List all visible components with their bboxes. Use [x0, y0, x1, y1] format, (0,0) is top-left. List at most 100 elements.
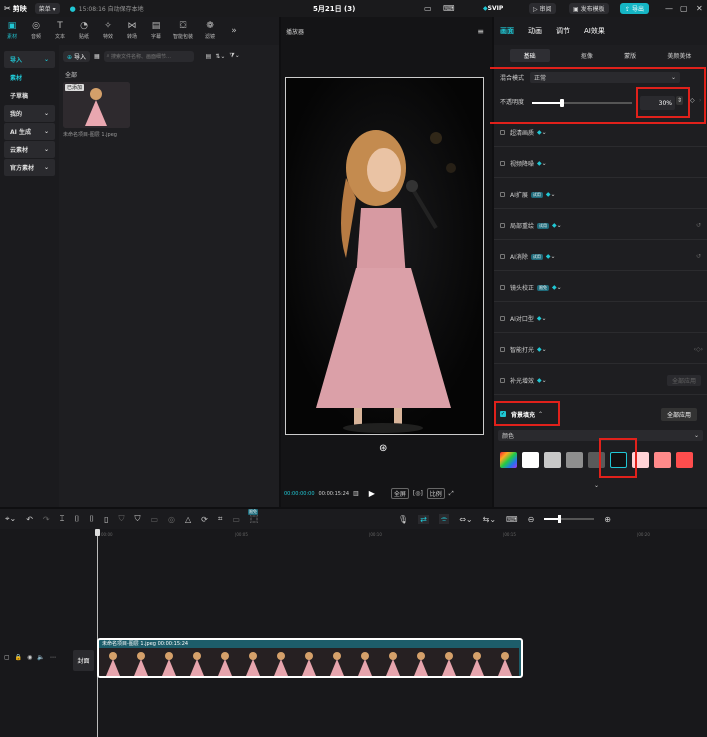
tab-effects[interactable]: ✧ 特效 — [96, 17, 120, 45]
color-swatch[interactable] — [544, 452, 561, 468]
sidebar-item-subdraft[interactable]: 子草稿 — [4, 87, 55, 104]
track-box-icon[interactable]: ▢ — [4, 654, 10, 661]
subtab-matting[interactable]: 抠像 — [581, 51, 593, 60]
filter-all-label[interactable]: 全部 — [65, 70, 77, 79]
feature-row[interactable]: 超清画质 ◆ ⌄ — [494, 119, 707, 147]
sidebar-item-media[interactable]: 素材 — [4, 69, 55, 86]
menu-button[interactable]: 菜单 ▾ — [34, 3, 60, 14]
view-toggle-icon[interactable]: ▤ — [206, 53, 212, 60]
feature-row[interactable]: 镜头校正 限免 ◆ ⌄ — [494, 274, 707, 302]
play-reverse-icon[interactable]: ◎ — [168, 515, 175, 524]
shield-icon[interactable]: ⛉ — [118, 514, 124, 524]
expand-icon[interactable]: ⤢ — [449, 490, 454, 498]
rotate-handle-icon[interactable]: ⊛ — [379, 443, 387, 454]
eye-icon[interactable]: ◉ — [27, 654, 32, 661]
color-swatch[interactable] — [676, 452, 693, 468]
select-tool-icon[interactable]: ⌖⌄ — [5, 514, 16, 524]
color-swatch[interactable] — [566, 452, 583, 468]
feature-row[interactable]: AI消除 试用 ◆ ⌄ ↺ — [494, 243, 707, 271]
reset-icon[interactable]: ↺ — [696, 222, 701, 229]
feature-row[interactable]: 补光增效 ◆ ⌄ 全部应用 — [494, 367, 707, 395]
lock-icon[interactable]: 🔒 — [15, 654, 22, 661]
feature-checkbox[interactable] — [500, 192, 505, 197]
tab-audio[interactable]: ◎ 音频 — [24, 17, 48, 45]
caption-track-icon[interactable]: ⌨ — [506, 515, 518, 524]
layout-icon[interactable]: ▭ — [424, 4, 432, 13]
feature-checkbox[interactable] — [500, 223, 505, 228]
feature-checkbox[interactable] — [500, 316, 505, 321]
feature-checkbox[interactable] — [500, 347, 505, 352]
freeze-icon[interactable]: ▭ — [150, 515, 158, 524]
feature-checkbox[interactable] — [500, 254, 505, 259]
rainbow-swatch[interactable] — [500, 452, 517, 468]
play-button[interactable]: ▶ — [369, 489, 375, 498]
export-button[interactable]: ⇪ 导出 — [620, 3, 649, 14]
color-swatch[interactable] — [522, 452, 539, 468]
delete-icon[interactable]: ▯ — [104, 515, 108, 524]
feature-checkbox[interactable] — [500, 378, 505, 383]
video-clip[interactable]: 未命名项目-图层 1.jpeg 00:00:15:24 — [97, 638, 523, 678]
playhead[interactable] — [97, 529, 98, 737]
ai-icon[interactable]: ▭ — [232, 515, 240, 524]
more-tabs-button[interactable]: » — [222, 17, 246, 45]
tab-filter[interactable]: ❁ 滤镜 — [198, 17, 222, 45]
undo-icon[interactable]: ↶ — [26, 515, 33, 524]
grid-view-icon[interactable]: ▦ — [94, 53, 100, 60]
tab-text[interactable]: T 文本 — [48, 17, 72, 45]
link-icon[interactable]: ⇔⌄ — [459, 515, 472, 524]
tab-smart-pack[interactable]: ⛋ 智能包装 — [168, 17, 198, 45]
feature-row[interactable]: 视频降噪 ◆ ⌄ — [494, 150, 707, 178]
feature-row[interactable]: 局部重绘 试用 ◆ ⌄ ↺ — [494, 212, 707, 240]
feature-checkbox[interactable] — [500, 130, 505, 135]
feature-row[interactable]: AI扩展 试用 ◆ ⌄ — [494, 181, 707, 209]
expand-swatches-icon[interactable]: ⌄ — [594, 482, 599, 489]
tab-ai-effects[interactable]: AI效果 — [584, 26, 605, 36]
linkage-icon[interactable]: ⇄ — [418, 514, 429, 524]
tab-transition[interactable]: ⋈ 转场 — [120, 17, 144, 45]
svip-badge[interactable]: ◆SVIP — [483, 5, 503, 12]
smart-cut-icon[interactable]: ⿴限免 — [247, 508, 258, 525]
filter-icon[interactable]: ⧩⌄ — [229, 52, 239, 60]
tab-adjust[interactable]: 调节 — [556, 26, 570, 36]
feature-row[interactable]: 智能打光 ◆ ⌄ ‹◇› — [494, 336, 707, 364]
crop-icon[interactable]: [◎] — [413, 490, 423, 497]
shortcut-icon[interactable]: ⌨ — [443, 4, 455, 13]
feature-row[interactable]: AI对口型 ◆ ⌄ — [494, 305, 707, 333]
preview-canvas[interactable] — [285, 77, 484, 435]
ratio-button[interactable]: 比例 — [426, 488, 445, 499]
minimize-icon[interactable]: — — [665, 4, 673, 13]
apply-all-button[interactable]: 全部应用 — [666, 375, 701, 386]
maximize-icon[interactable]: ▢ — [680, 4, 688, 13]
tab-sticker[interactable]: ◔ 贴纸 — [72, 17, 96, 45]
keyframe-nav-icon[interactable]: ‹◇› — [694, 346, 703, 353]
tab-animation[interactable]: 动画 — [528, 26, 542, 36]
rotate-icon[interactable]: ⟳ — [201, 515, 208, 524]
split-icon[interactable]: ⌶ — [60, 514, 65, 524]
reset-icon[interactable]: ↺ — [696, 253, 701, 260]
preview-axis-icon[interactable]: ⇆⌄ — [483, 515, 496, 524]
import-button[interactable]: ⊕ 导入 — [63, 50, 90, 62]
playhead-handle[interactable] — [95, 529, 100, 536]
magnet-icon[interactable]: ⌯ — [438, 514, 450, 524]
timeline-grid-icon[interactable]: ▥ — [353, 490, 359, 497]
crop-tool-icon[interactable]: ⌗ — [218, 514, 223, 524]
feature-checkbox[interactable] — [500, 161, 505, 166]
more-icon[interactable]: ⋯ — [50, 654, 56, 661]
feature-checkbox[interactable] — [500, 285, 505, 290]
sidebar-item-cloud[interactable]: 云素材 ⌄ — [4, 141, 55, 158]
media-thumbnail[interactable]: 已添加 — [63, 82, 130, 128]
menu-icon[interactable]: ≡ — [477, 27, 484, 36]
tab-picture[interactable]: 画面 — [500, 26, 514, 36]
split-left-icon[interactable]: ⌷ — [74, 514, 79, 524]
search-input[interactable]: ⌕ 搜索文件名称、画面细节… — [103, 50, 194, 62]
speaker-icon[interactable]: 🔈 — [37, 654, 44, 661]
color-swatch[interactable] — [654, 452, 671, 468]
publish-template-button[interactable]: ▣ 发布模板 — [569, 3, 609, 14]
review-button[interactable]: ▷ 审阅 — [529, 3, 556, 14]
zoom-in-icon[interactable]: ⊕ — [604, 515, 611, 524]
mark-icon[interactable]: ⛉ — [134, 514, 140, 524]
bg-apply-all-button[interactable]: 全部应用 — [661, 407, 698, 421]
zoom-out-icon[interactable]: ⊖ — [528, 515, 535, 524]
sort-icon[interactable]: ⇅⌄ — [215, 53, 225, 60]
zoom-slider[interactable] — [544, 515, 595, 523]
